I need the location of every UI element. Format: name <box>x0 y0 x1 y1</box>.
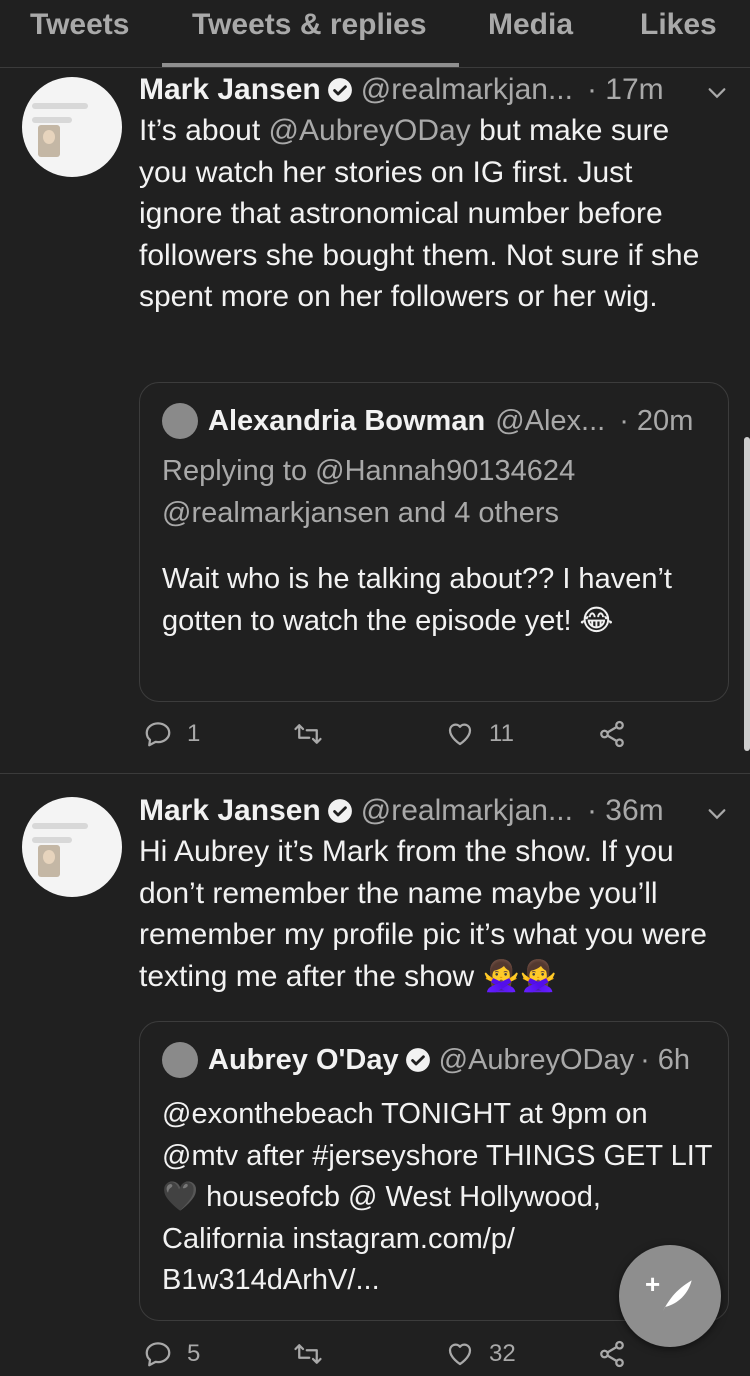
active-tab-indicator <box>162 63 459 67</box>
share-icon <box>600 720 624 748</box>
author-handle[interactable]: @realmarkjan... <box>361 73 573 107</box>
tab-tweets-and-replies[interactable]: Tweets & replies <box>192 8 427 42</box>
quoted-timestamp: · 20m <box>619 404 694 437</box>
quoted-avatar <box>162 1042 198 1078</box>
profile-tabs: Tweets Tweets & replies Media Likes <box>0 0 750 68</box>
quoted-author-handle: @AubreyODay <box>438 1043 635 1076</box>
reply-button[interactable]: 1 <box>143 719 200 749</box>
retweet-icon <box>294 1344 322 1364</box>
compose-tweet-button[interactable]: + <box>619 1245 721 1347</box>
retweet-icon <box>294 724 322 744</box>
quoted-author-handle: @Alex... <box>495 404 606 437</box>
tweet[interactable]: Mark Jansen @realmarkjan... · 17m It’s a… <box>0 68 750 774</box>
verified-badge-icon <box>405 1048 430 1072</box>
share-icon <box>600 1340 624 1368</box>
retweet-button[interactable] <box>293 719 323 749</box>
author-handle[interactable]: @realmarkjan... <box>361 794 573 828</box>
timestamp[interactable]: · 36m <box>587 794 664 828</box>
timestamp[interactable]: · 17m <box>587 73 664 107</box>
tweet-text: It’s about @AubreyODay but make sure you… <box>139 114 700 313</box>
quoted-author-name: Aubrey O'Day <box>208 1043 399 1076</box>
share-button[interactable] <box>597 1339 627 1369</box>
share-button[interactable] <box>597 719 627 749</box>
quoted-reply-context: Replying to @Hannah90134624 @realmarkjan… <box>162 455 576 529</box>
quoted-author-name: Alexandria Bowman <box>208 404 486 437</box>
quoted-avatar <box>162 403 198 439</box>
chevron-down-icon[interactable] <box>706 82 728 104</box>
tweet-actions: 5 32 <box>0 1339 750 1376</box>
tweet-header: Mark Jansen @realmarkjan... · 17m <box>139 70 664 110</box>
tweet-text: Hi Aubrey it’s Mark from the show. If yo… <box>139 835 707 993</box>
author-name[interactable]: Mark Jansen <box>139 794 321 828</box>
avatar[interactable] <box>22 797 122 897</box>
like-button[interactable]: 32 <box>445 1339 516 1369</box>
verified-badge-icon <box>327 799 352 823</box>
scrollbar[interactable] <box>744 437 750 751</box>
tab-tweets[interactable]: Tweets <box>30 8 129 42</box>
like-icon <box>448 723 472 746</box>
reply-icon <box>145 1342 171 1367</box>
quoted-header: Alexandria Bowman @Alex... · 20m <box>208 401 693 441</box>
like-count: 11 <box>489 720 514 747</box>
like-icon <box>448 1343 472 1366</box>
quoted-tweet[interactable]: Alexandria Bowman @Alex... · 20m Replyin… <box>139 382 729 702</box>
like-button[interactable]: 11 <box>445 719 514 749</box>
tab-media[interactable]: Media <box>488 8 573 42</box>
quoted-timestamp: · 6h <box>640 1043 691 1076</box>
reply-button[interactable]: 5 <box>143 1339 200 1369</box>
tweet-header: Mark Jansen @realmarkjan... · 36m <box>139 791 664 831</box>
mention-link[interactable]: @AubreyODay <box>269 114 471 147</box>
compose-tweet-icon <box>661 1280 692 1314</box>
retweet-button[interactable] <box>293 1339 323 1369</box>
reply-count: 5 <box>187 1340 201 1367</box>
chevron-down-icon[interactable] <box>706 803 728 825</box>
reply-icon <box>145 722 171 747</box>
like-count: 32 <box>489 1340 516 1367</box>
reply-count: 1 <box>187 720 201 747</box>
tab-likes[interactable]: Likes <box>640 8 717 42</box>
avatar[interactable] <box>22 77 122 177</box>
verified-badge-icon <box>327 78 352 102</box>
quoted-text: Wait who is he talking about?? I haven’t… <box>162 563 672 637</box>
quoted-header: Aubrey O'Day @AubreyODay · 6h <box>208 1040 690 1080</box>
tweet-actions: 1 11 <box>0 719 750 759</box>
author-name[interactable]: Mark Jansen <box>139 73 321 107</box>
